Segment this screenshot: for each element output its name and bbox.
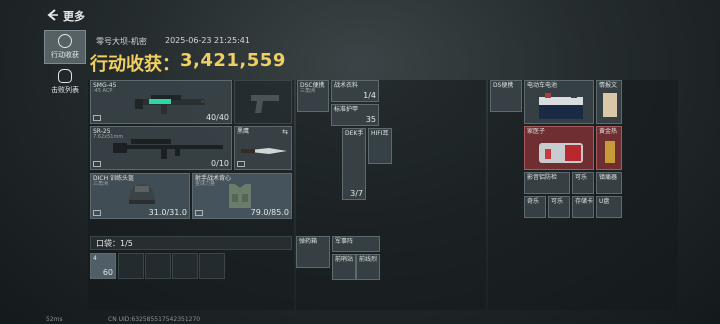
item-name: 黄金热 [599,128,618,135]
equip-icon [195,210,203,216]
safebox-item[interactable]: 电动车电池 [524,80,594,124]
helmet-icon [129,184,155,204]
item-count: 35 [365,115,376,124]
item-name: 家医子 [527,128,546,135]
target-icon [58,34,72,48]
vest-icon [229,184,251,208]
pocket-label: 口袋：1/5 [96,239,133,248]
backpack-item[interactable]: DEK手 3/7 [342,128,366,200]
pocket-item[interactable]: 4 60 [90,253,116,279]
weapon-ammo-count: 40/40 [205,113,229,122]
map-name: 零号大坝-机密 [96,37,147,46]
backpack-item[interactable]: 前线烈 [356,254,380,280]
item-sub: 三角洲 [300,88,316,94]
harvest-value: 3,421,559 [180,50,286,71]
equip-icon [93,115,101,121]
rifle-icon [113,139,223,159]
pocket-slot[interactable] [145,253,171,279]
safebox-item[interactable]: U盘 [596,196,622,218]
item-name: 奇乐 [527,198,540,205]
pistol-silhouette-icon [251,95,279,113]
safebox-item[interactable]: 奇乐 [524,196,546,218]
item-name: 战术衣料 [334,82,359,89]
document-icon [603,93,617,117]
item-name: 标准护甲 [334,106,359,113]
item-name: 镇痛器 [599,174,618,181]
tab-harvest[interactable]: 行动收获 [44,30,86,64]
helmet-sub: 三角洲 [93,181,109,187]
helmet-durability: 31.0/31.0 [148,208,187,217]
gold-item-icon [605,141,615,163]
item-name: 电动车电池 [527,82,558,89]
backpack-item[interactable]: DSC便携 三角洲 [297,80,329,112]
item-name: 可乐 [575,174,588,181]
weapon-ammo: .45 ACP [93,88,113,94]
vest-durability: 79.0/85.0 [250,208,289,217]
vest-slot[interactable]: 射手战术背心 金球力量 79.0/85.0 [192,173,292,219]
swap-icon[interactable]: ⇆ [282,128,288,136]
item-name: 前哨站 [335,256,354,263]
backpack-item[interactable]: 标准护甲 35 [331,104,379,126]
backpack-item[interactable]: 军事阵 [332,236,380,252]
item-name: DEK手 [345,130,364,137]
tab-harvest-label: 行动收获 [51,51,79,59]
item-name: 前线烈 [359,256,378,263]
safebox-item[interactable]: 可乐 [572,172,594,194]
safebox-item[interactable]: 存储卡 [572,196,594,218]
equip-icon [93,161,101,167]
safebox-item[interactable]: 黄金热 [596,126,622,170]
equip-icon [237,161,245,167]
tab-kill-list-label: 击败列表 [51,86,79,94]
backpack-panel [296,80,486,310]
smg-icon [135,95,217,114]
item-count: 3/7 [350,189,363,198]
item-name: U盘 [599,198,610,205]
item-name: 弹药箱 [299,238,318,245]
knife-name: 黑鹰 [237,128,250,135]
item-name: 影音铝防检 [527,174,558,181]
item-name: 情报文 [599,82,618,89]
safebox-item[interactable]: DS便携 [490,80,522,112]
item-name: HIFI耳 [371,130,389,137]
battery-icon [539,93,583,119]
timestamp: 2025-06-23 21:25:41 [165,36,250,45]
backpack-item[interactable]: 弹药箱 [296,236,330,268]
pocket-item-label: 4 [93,255,97,262]
safebox-item[interactable]: 镇痛器 [596,172,622,194]
back-arrow-icon[interactable] [46,8,60,22]
uid-label: CN UID:632585517542351270 [108,316,201,323]
equip-icon [93,210,101,216]
knife-icon [241,148,287,154]
item-count: 1/4 [363,91,376,100]
pocket-slot[interactable] [118,253,144,279]
backpack-item[interactable]: 前哨站 [332,254,356,280]
vest-sub: 金球力量 [195,181,216,187]
melee-slot[interactable]: 黑鹰 ⇆ [234,126,292,170]
item-name: 可乐 [551,198,564,205]
backpack-item[interactable]: 战术衣料 1/4 [331,80,379,102]
item-name: 军事阵 [335,238,354,245]
secondary-weapon-slot[interactable]: SR-25 7.62x51mm 0/10 [90,126,232,170]
item-name: DS便携 [493,82,514,89]
tab-kill-list[interactable]: 击败列表 [44,66,86,100]
pocket-slot[interactable] [199,253,225,279]
backpack-item[interactable]: HIFI耳 [368,128,392,164]
weapon-ammo-count: 0/10 [211,159,229,168]
pocket-item-count: 60 [102,268,113,277]
skull-icon [58,69,72,83]
safebox-item[interactable]: 可乐 [548,196,570,218]
page-title: 更多 [63,10,85,23]
primary-weapon-slot[interactable]: SMG-45 .45 ACP 40/40 [90,80,232,124]
harvest-label: 行动收获： [90,54,180,75]
safebox-item[interactable]: 影音铝防检 [524,172,570,194]
medkit-icon [539,143,583,163]
item-name: 存储卡 [575,198,594,205]
sidearm-slot[interactable] [234,80,292,124]
helmet-slot[interactable]: DICH 训练头盔 三角洲 31.0/31.0 [90,173,190,219]
safebox-item[interactable]: 家医子 [524,126,594,170]
safebox-item[interactable]: 情报文 [596,80,622,124]
ping-indicator: 52ms [46,316,63,323]
pocket-slot[interactable] [172,253,198,279]
